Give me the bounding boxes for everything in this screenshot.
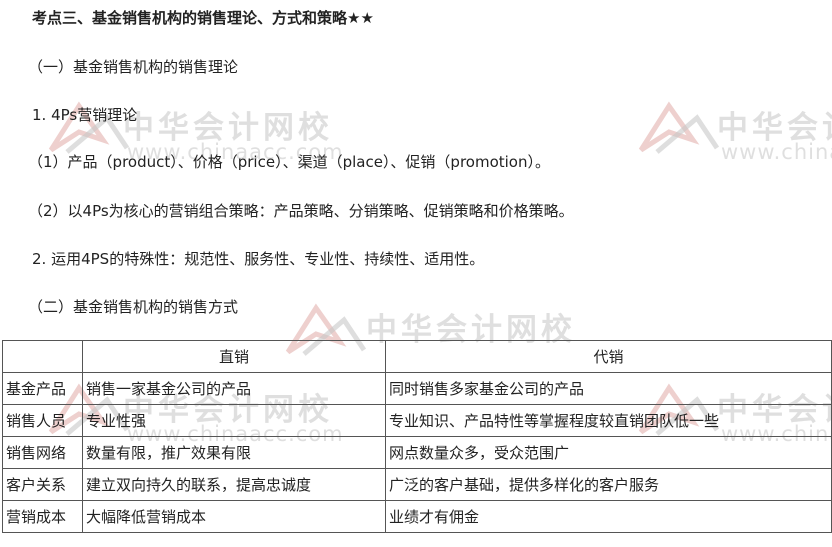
table-row: 基金产品 销售一家基金公司的产品 同时销售多家基金公司的产品 xyxy=(2,372,832,405)
heading-4ps-theory: 1. 4Ps营销理论 xyxy=(32,106,138,124)
table-cell: 同时销售多家基金公司的产品 xyxy=(385,372,832,405)
table-cell: 数量有限，推广效果有限 xyxy=(82,436,386,469)
paragraph-marketing-mix: （2）以4Ps为核心的营销组合策略：产品策略、分销策略、促销策略和价格策略。 xyxy=(28,202,574,220)
paragraph-4ps-elements: （1）产品（product）、价格（price）、渠道（place）、促销（pr… xyxy=(28,153,550,171)
table-cell: 业绩才有佣金 xyxy=(385,500,832,533)
heading-sales-methods: （二）基金销售机构的销售方式 xyxy=(28,298,239,316)
heading-sales-theory: （一）基金销售机构的销售理论 xyxy=(28,58,239,76)
watermark-url: www.chinaacc.com xyxy=(721,140,832,164)
sales-method-table: 直销 代销 基金产品 销售一家基金公司的产品 同时销售多家基金公司的产品 销售人… xyxy=(2,340,832,533)
table-cell: 建立双向持久的联系，提高忠诚度 xyxy=(82,468,386,501)
table-header-cell: 代销 xyxy=(385,340,832,373)
watermark-text: 中华会计网校 xyxy=(123,110,333,146)
table-cell: 专业知识、产品特性等掌握程度较直销团队低一些 xyxy=(385,404,832,437)
table-cell: 基金产品 xyxy=(2,372,83,405)
table-header-cell xyxy=(2,340,83,373)
table-row: 客户关系 建立双向持久的联系，提高忠诚度 广泛的客户基础，提供多样化的客户服务 xyxy=(2,468,832,501)
watermark-logo-icon xyxy=(638,101,720,154)
table-row: 销售人员 专业性强 专业知识、产品特性等掌握程度较直销团队低一些 xyxy=(2,404,832,437)
table-cell: 营销成本 xyxy=(2,500,83,533)
table-cell: 广泛的客户基础，提供多样化的客户服务 xyxy=(385,468,832,501)
table-cell: 销售人员 xyxy=(2,404,83,437)
table-cell: 网点数量众多，受众范围广 xyxy=(385,436,832,469)
table-cell: 客户关系 xyxy=(2,468,83,501)
section-title: 考点三、基金销售机构的销售理论、方式和策略★★ xyxy=(32,9,374,27)
table-cell: 专业性强 xyxy=(82,404,386,437)
watermark-text: 中华会计网校 xyxy=(717,110,832,146)
table-row: 营销成本 大幅降低营销成本 业绩才有佣金 xyxy=(2,500,832,533)
table-cell: 大幅降低营销成本 xyxy=(82,500,386,533)
table-row: 销售网络 数量有限，推广效果有限 网点数量众多，受众范围广 xyxy=(2,436,832,469)
table-header-row: 直销 代销 xyxy=(2,340,832,373)
table-cell: 销售网络 xyxy=(2,436,83,469)
paragraph-4ps-specialty: 2. 运用4PS的特殊性：规范性、服务性、专业性、持续性、适用性。 xyxy=(32,250,485,268)
table-cell: 销售一家基金公司的产品 xyxy=(82,372,386,405)
table-header-cell: 直销 xyxy=(82,340,386,373)
